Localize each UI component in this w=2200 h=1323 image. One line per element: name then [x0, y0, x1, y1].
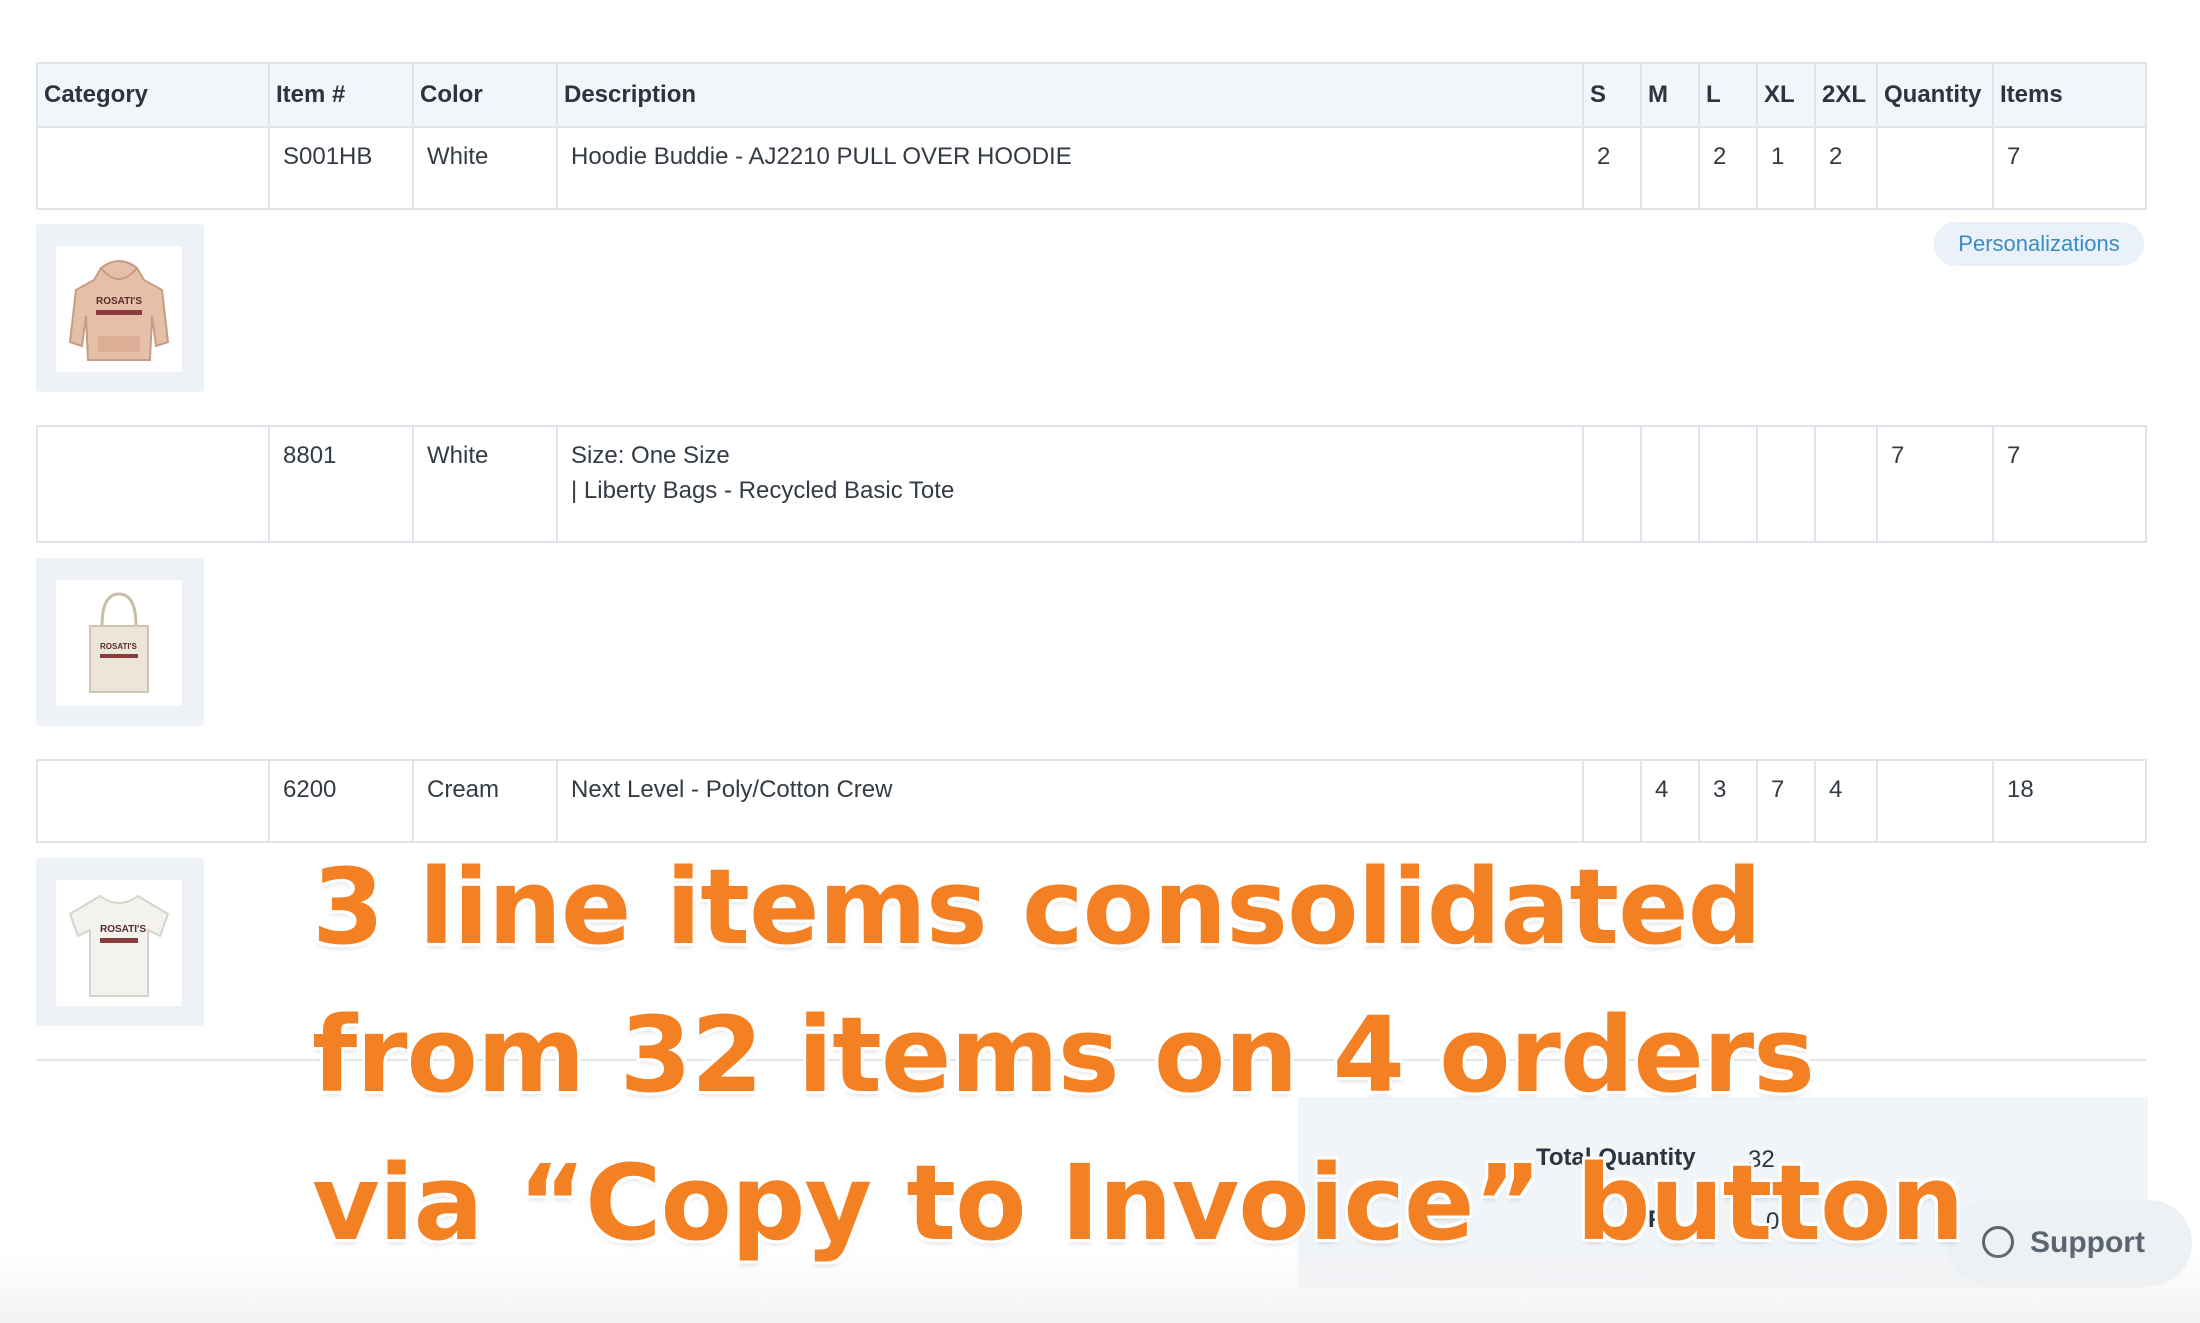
cell-items: 18: [2007, 776, 2034, 803]
column-divider: [412, 425, 414, 543]
cell-item-number: 8801: [283, 442, 337, 469]
product-graphic-text: ROSATI'S: [100, 924, 147, 935]
cell-size-xl: 7: [1771, 776, 1785, 803]
header-size-xl: XL: [1764, 81, 1795, 108]
column-divider: [556, 62, 558, 210]
product-graphic-text: ROSATI'S: [100, 642, 137, 651]
product-graphic-text: ROSATI'S: [96, 296, 143, 307]
annotation-line-1: 3 line items consolidated: [312, 846, 1762, 968]
header-items: Items: [2000, 81, 2063, 108]
header-description: Description: [564, 81, 697, 108]
column-divider: [1756, 759, 1758, 843]
cell-size-s: 2: [1597, 143, 1611, 170]
column-divider: [1876, 425, 1878, 543]
column-divider: [1992, 62, 1994, 210]
product-thumbnail[interactable]: ROSATI'S: [36, 558, 204, 726]
column-divider: [1814, 62, 1816, 210]
column-divider: [268, 425, 270, 543]
column-divider: [1582, 62, 1584, 210]
header-quantity: Quantity: [1884, 81, 1982, 108]
cell-quantity: 7: [1891, 442, 1905, 469]
column-divider: [268, 62, 270, 210]
header-size-l: L: [1706, 81, 1721, 108]
column-divider: [1640, 62, 1642, 210]
column-divider: [1992, 425, 1994, 543]
header-size-m: M: [1648, 81, 1668, 108]
column-divider: [556, 425, 558, 543]
cell-description: Size: One Size: [571, 442, 730, 469]
annotation-line-3: via “Copy to Invoice” button: [312, 1142, 1965, 1264]
cell-size-2xl: 4: [1829, 776, 1843, 803]
cell-size-2xl: 2: [1829, 143, 1843, 170]
column-divider: [1698, 759, 1700, 843]
column-divider: [1756, 62, 1758, 210]
header-size-s: S: [1590, 81, 1607, 108]
cell-items: 7: [2007, 143, 2021, 170]
column-divider: [1640, 425, 1642, 543]
column-divider: [1814, 759, 1816, 843]
cell-size-l: 2: [1713, 143, 1727, 170]
cell-size-l: 3: [1713, 776, 1727, 803]
table-row: [36, 425, 2147, 543]
tshirt-icon: [68, 894, 170, 997]
column-divider: [1876, 62, 1878, 210]
product-thumbnail[interactable]: ROSATI'S: [36, 858, 204, 1026]
cell-size-xl: 1: [1771, 143, 1785, 170]
cell-item-number: 6200: [283, 776, 337, 803]
column-divider: [1992, 759, 1994, 843]
header-item-number: Item #: [276, 81, 346, 108]
cell-color: White: [427, 143, 489, 170]
header-category: Category: [44, 81, 149, 108]
cell-size-m: 4: [1655, 776, 1669, 803]
column-divider: [1698, 425, 1700, 543]
column-divider: [1582, 759, 1584, 843]
cell-description: Hoodie Buddie - AJ2210 PULL OVER HOODIE: [571, 143, 1072, 170]
cell-color: White: [427, 442, 489, 469]
column-divider: [1876, 759, 1878, 843]
column-divider: [268, 759, 270, 843]
header-color: Color: [420, 81, 483, 108]
cell-item-number: S001HB: [283, 143, 373, 170]
column-divider: [1698, 62, 1700, 210]
product-thumbnail[interactable]: ROSATI'S: [36, 224, 204, 392]
column-divider: [1756, 425, 1758, 543]
cell-description: Next Level - Poly/Cotton Crew: [571, 776, 893, 803]
column-divider: [1814, 425, 1816, 543]
cell-items: 7: [2007, 442, 2021, 469]
column-divider: [556, 759, 558, 843]
column-divider: [412, 759, 414, 843]
column-divider: [412, 62, 414, 210]
hoodie-icon: [68, 260, 170, 361]
cell-description-line2: | Liberty Bags - Recycled Basic Tote: [571, 477, 955, 504]
cell-color: Cream: [427, 776, 500, 803]
column-divider: [1582, 425, 1584, 543]
annotation-line-2: from 32 items on 4 orders: [312, 994, 1815, 1116]
column-divider: [1640, 759, 1642, 843]
personalizations-button[interactable]: Personalizations: [1934, 222, 2144, 266]
header-size-2xl: 2XL: [1822, 81, 1867, 108]
